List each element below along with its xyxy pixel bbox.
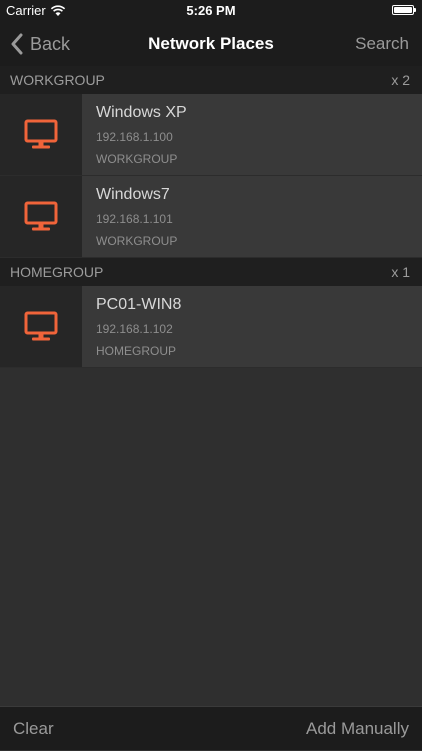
group-label: WORKGROUP	[96, 151, 178, 166]
ip-address: 192.168.1.101	[96, 211, 173, 226]
add-manually-button[interactable]: Add Manually	[306, 707, 409, 751]
back-button[interactable]: Back	[10, 22, 70, 66]
search-button[interactable]: Search	[355, 22, 409, 66]
section-count: x 1	[391, 264, 410, 280]
monitor-icon	[24, 311, 58, 340]
ip-address: 192.168.1.100	[96, 129, 173, 144]
section-title: HOMEGROUP	[10, 264, 104, 280]
status-time: 5:26 PM	[186, 3, 236, 18]
group-label: WORKGROUP	[96, 233, 178, 248]
computer-icon-cell	[0, 94, 82, 175]
back-label: Back	[30, 33, 71, 54]
navigation-bar: Back Network Places Search	[0, 22, 422, 66]
section-count: x 2	[391, 72, 410, 88]
computer-name: Windows XP	[96, 103, 187, 121]
list-item[interactable]: PC01-WIN8 192.168.1.102 HOMEGROUP	[0, 286, 422, 368]
section-header-workgroup: WORKGROUP x 2	[0, 66, 422, 94]
top-bar: Carrier 5:26 PM Back Network Places Sear…	[0, 0, 422, 66]
item-info: Windows7 192.168.1.101 WORKGROUP	[82, 176, 422, 257]
section-header-homegroup: HOMEGROUP x 1	[0, 258, 422, 286]
computer-icon-cell	[0, 286, 82, 367]
item-info: Windows XP 192.168.1.100 WORKGROUP	[82, 94, 422, 175]
ip-address: 192.168.1.102	[96, 321, 173, 336]
clear-button[interactable]: Clear	[13, 707, 54, 751]
group-label: HOMEGROUP	[96, 343, 177, 358]
computer-icon-cell	[0, 176, 82, 257]
monitor-icon	[24, 119, 58, 148]
network-list: WORKGROUP x 2 Windows XP 192.168.1.100 W…	[0, 66, 422, 368]
bottom-toolbar: Clear Add Manually	[0, 706, 422, 750]
list-item[interactable]: Windows XP 192.168.1.100 WORKGROUP	[0, 94, 422, 176]
computer-name: Windows7	[96, 185, 170, 203]
monitor-icon	[24, 201, 58, 230]
chevron-left-icon	[11, 33, 23, 55]
list-item[interactable]: Windows7 192.168.1.101 WORKGROUP	[0, 176, 422, 258]
computer-name: PC01-WIN8	[96, 295, 182, 313]
battery-level	[394, 7, 412, 13]
status-bar: Carrier 5:26 PM	[0, 0, 422, 22]
section-title: WORKGROUP	[10, 72, 105, 88]
battery-icon	[392, 5, 416, 15]
item-info: PC01-WIN8 192.168.1.102 HOMEGROUP	[82, 286, 422, 367]
